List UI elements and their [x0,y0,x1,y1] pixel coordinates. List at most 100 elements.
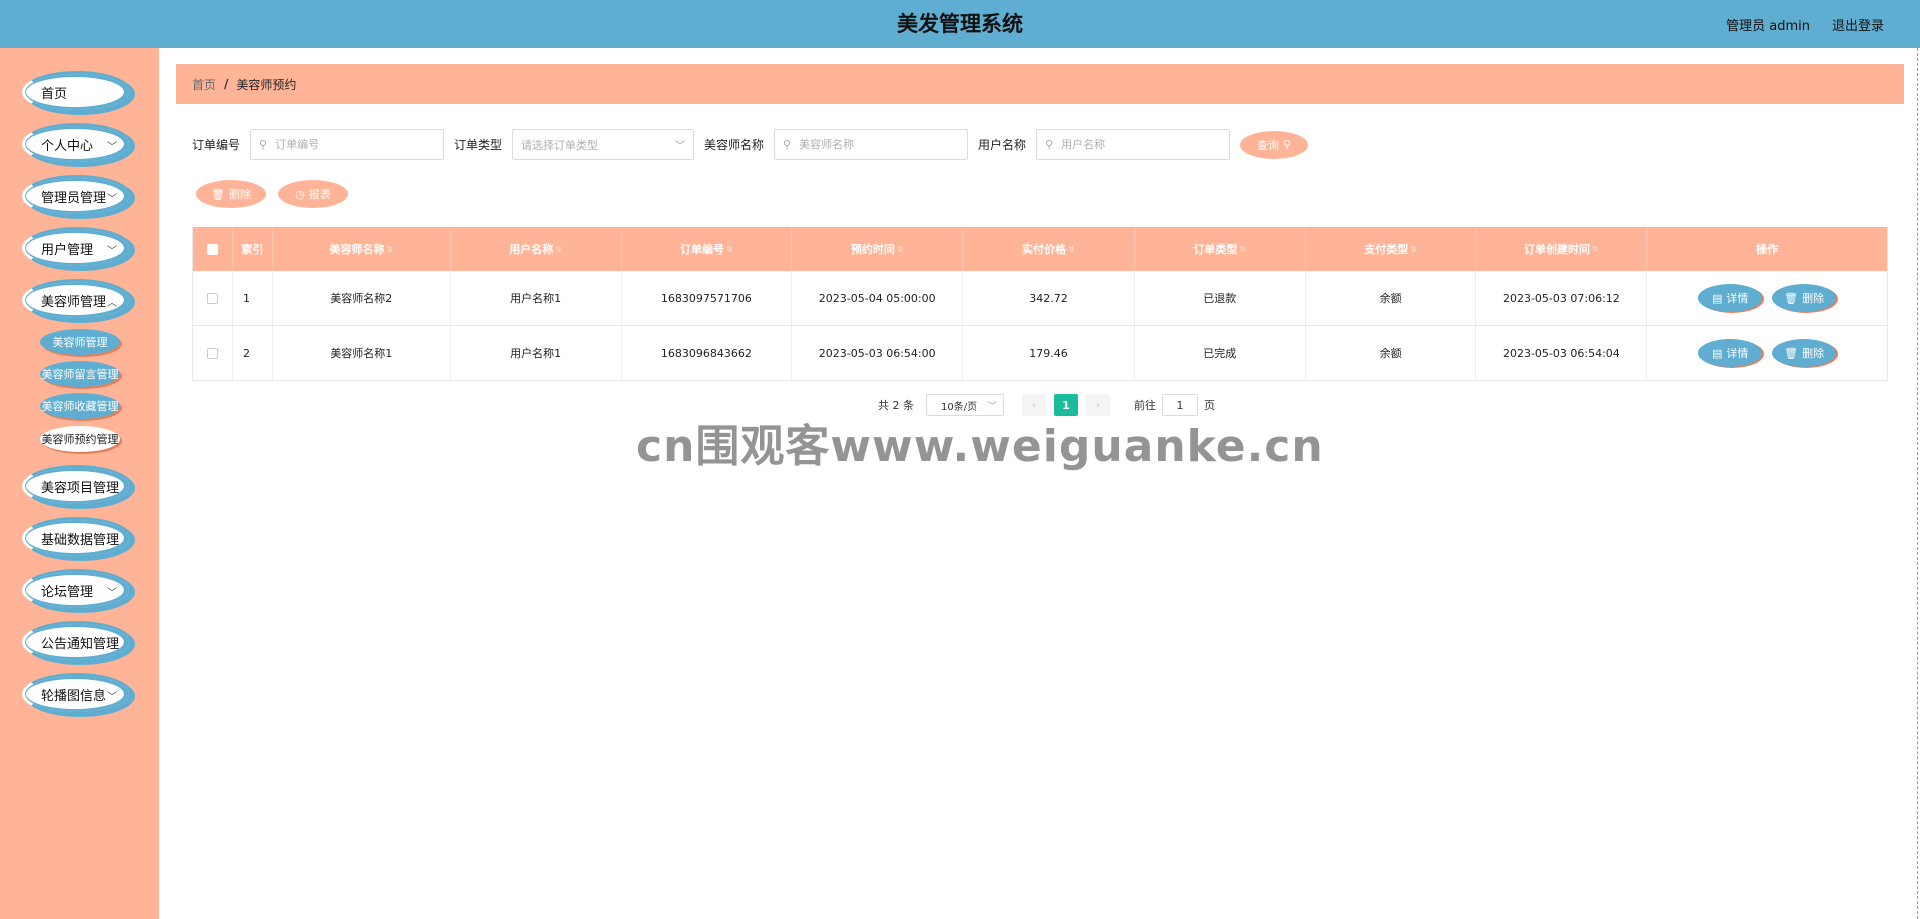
delete-button-label: 删除 [1802,347,1825,360]
row-select-cell [193,326,233,380]
cell-order-type: 已完成 [1135,326,1306,380]
cell-stylist: 美容师名称1 [273,326,451,380]
order-no-field[interactable]: ⚲ [250,129,445,160]
sidebar-item-label: 管理员管理 [41,190,107,206]
breadcrumb-separator: / [224,77,229,91]
report-button[interactable]: ◷ 报表 [278,180,348,208]
cell-user: 用户名称1 [451,271,622,325]
order-no-input[interactable] [273,137,424,152]
column-header-label: 订单类型 [1193,243,1238,256]
column-header-label: 预约时间 [850,243,895,256]
batch-delete-label: 删除 [228,188,251,201]
sidebar-item-profile[interactable]: 个人中心 ﹀ [22,123,132,165]
cell-price: 179.46 [963,326,1135,380]
cell-user: 用户名称1 [451,326,622,380]
current-user: 管理员 admin [1726,18,1810,34]
sidebar-item-base-data[interactable]: 基础数据管理 [22,517,132,559]
cell-actions: ▤ 详情 🗑 删除 [1647,326,1887,380]
cell-pay-type: 余额 [1306,326,1477,380]
query-button-label: 查询 [1257,138,1280,152]
sidebar-item-users[interactable]: 用户管理 ﹀ [22,227,132,269]
cell-pay-type: 余额 [1306,271,1477,325]
cell-order-no: 1683096843662 [622,326,793,380]
search-form: 订单编号 ⚲ 订单类型 请选择订单类型 ﹀ 美容师名称 ⚲ 用户名称 ⚲ 查询 … [192,129,1309,160]
document-icon: ▤ [1711,346,1723,360]
row-checkbox[interactable] [206,347,218,359]
column-header-appointment-time[interactable]: 预约时间 ⇅ [792,227,964,271]
cell-actions: ▤ 详情 🗑 删除 [1647,271,1887,325]
submenu-stylist-appointments[interactable]: 美容师预约管理 [40,426,120,452]
column-header-pay-type[interactable]: 支付类型 ⇅ [1306,227,1477,271]
cell-appointment-time: 2023-05-04 05:00:00 [792,271,964,325]
sidebar-item-label: 美容项目管理 [41,480,120,496]
sidebar-item-beauty-projects[interactable]: 美容项目管理 [22,465,132,507]
column-header-created[interactable]: 订单创建时间 ⇅ [1476,227,1648,271]
sidebar-item-stylists[interactable]: 美容师管理 ︿ [22,279,132,321]
logout-link[interactable]: 退出登录 [1832,15,1884,34]
search-icon: ⚲ [1283,138,1292,151]
action-bar: 🗑 删除 ◷ 报表 [196,180,348,208]
batch-delete-button[interactable]: 🗑 删除 [196,180,266,208]
detail-button-label: 详情 [1726,292,1749,305]
sidebar-item-admin[interactable]: 管理员管理 ﹀ [22,175,132,217]
breadcrumb-home[interactable]: 首页 [192,76,216,93]
column-header-stylist[interactable]: 美容师名称 ⇅ [273,227,451,271]
sort-icon: ⇅ [726,244,733,254]
watermark: cn围观客www.weiguanke.cn [636,421,1324,472]
column-header-label: 订单编号 [680,243,725,256]
column-header-label: 用户名称 [509,243,554,256]
user-name-field[interactable]: ⚲ [1036,129,1231,160]
trash-icon: 🗑 [1784,291,1799,305]
sort-icon: ⇅ [1592,244,1599,254]
header-select-all-cell [193,227,233,271]
right-edge-guide [1917,48,1918,919]
row-checkbox[interactable] [206,292,218,304]
submenu-stylist-manage[interactable]: 美容师管理 [40,329,120,355]
column-header-actions: 操作 [1647,227,1887,271]
order-type-label: 订单类型 [454,138,503,152]
sidebar-item-home[interactable]: 首页 [22,71,132,113]
cell-created: 2023-05-03 06:54:04 [1476,326,1648,380]
row-select-cell [193,271,233,325]
report-label: 报表 [308,188,331,201]
submenu-stylist-favorites[interactable]: 美容师收藏管理 [40,393,120,419]
sidebar-item-label: 首页 [41,86,68,102]
column-header-label: 索引 [241,243,264,256]
user-name-input[interactable] [1059,137,1210,152]
sidebar-item-label: 用户管理 [41,242,94,258]
column-header-order-no[interactable]: 订单编号 ⇅ [622,227,793,271]
order-type-select[interactable]: 请选择订单类型 ﹀ [512,129,695,160]
submenu-stylist-messages[interactable]: 美容师留言管理 [40,361,120,387]
detail-button[interactable]: ▤ 详情 [1698,339,1763,367]
detail-button[interactable]: ▤ 详情 [1698,284,1763,312]
stylist-name-field[interactable]: ⚲ [774,129,969,160]
delete-button[interactable]: 🗑 删除 [1772,339,1837,367]
chevron-down-icon: ﹀ [107,194,117,205]
chevron-down-icon: ﹀ [107,692,117,703]
sidebar-item-notices[interactable]: 公告通知管理 [22,621,132,663]
sidebar-item-forum[interactable]: 论坛管理 ﹀ [22,569,132,611]
submenu-label: 美容师留言管理 [41,368,119,381]
delete-button[interactable]: 🗑 删除 [1772,284,1837,312]
sidebar-item-label: 基础数据管理 [41,532,120,548]
cell-order-no: 1683097571706 [622,271,793,325]
stylist-name-input[interactable] [797,137,948,152]
select-all-checkbox[interactable] [206,243,218,255]
table-row: 2 美容师名称1 用户名称1 1683096843662 2023-05-03 … [193,326,1887,381]
cell-stylist: 美容师名称2 [273,271,451,325]
trash-icon: 🗑 [211,187,225,201]
breadcrumb-current: 美容师预约 [236,77,297,92]
sidebar-item-carousel[interactable]: 轮播图信息 ﹀ [22,673,132,715]
cell-price: 342.72 [963,271,1135,325]
column-header-order-type[interactable]: 订单类型 ⇅ [1135,227,1306,271]
sort-icon: ⇅ [1239,244,1247,254]
header-user-area: 管理员 admin 退出登录 [1726,0,1884,48]
order-type-placeholder: 请选择订单类型 [521,138,599,152]
breadcrumb: 首页 / 美容师预约 [176,64,1904,104]
query-button[interactable]: 查询 ⚲ [1240,130,1309,159]
column-header-price[interactable]: 实付价格 ⇅ [963,227,1135,271]
column-header-user[interactable]: 用户名称 ⇅ [451,227,622,271]
submenu-label: 美容师收藏管理 [41,400,119,413]
appointments-table: 索引 美容师名称 ⇅ 用户名称 ⇅ 订单编号 ⇅ 预约时间 ⇅ 实付价格 ⇅ 订单类型 ⇅ … [192,227,1888,381]
sidebar-item-label: 个人中心 [41,138,94,154]
